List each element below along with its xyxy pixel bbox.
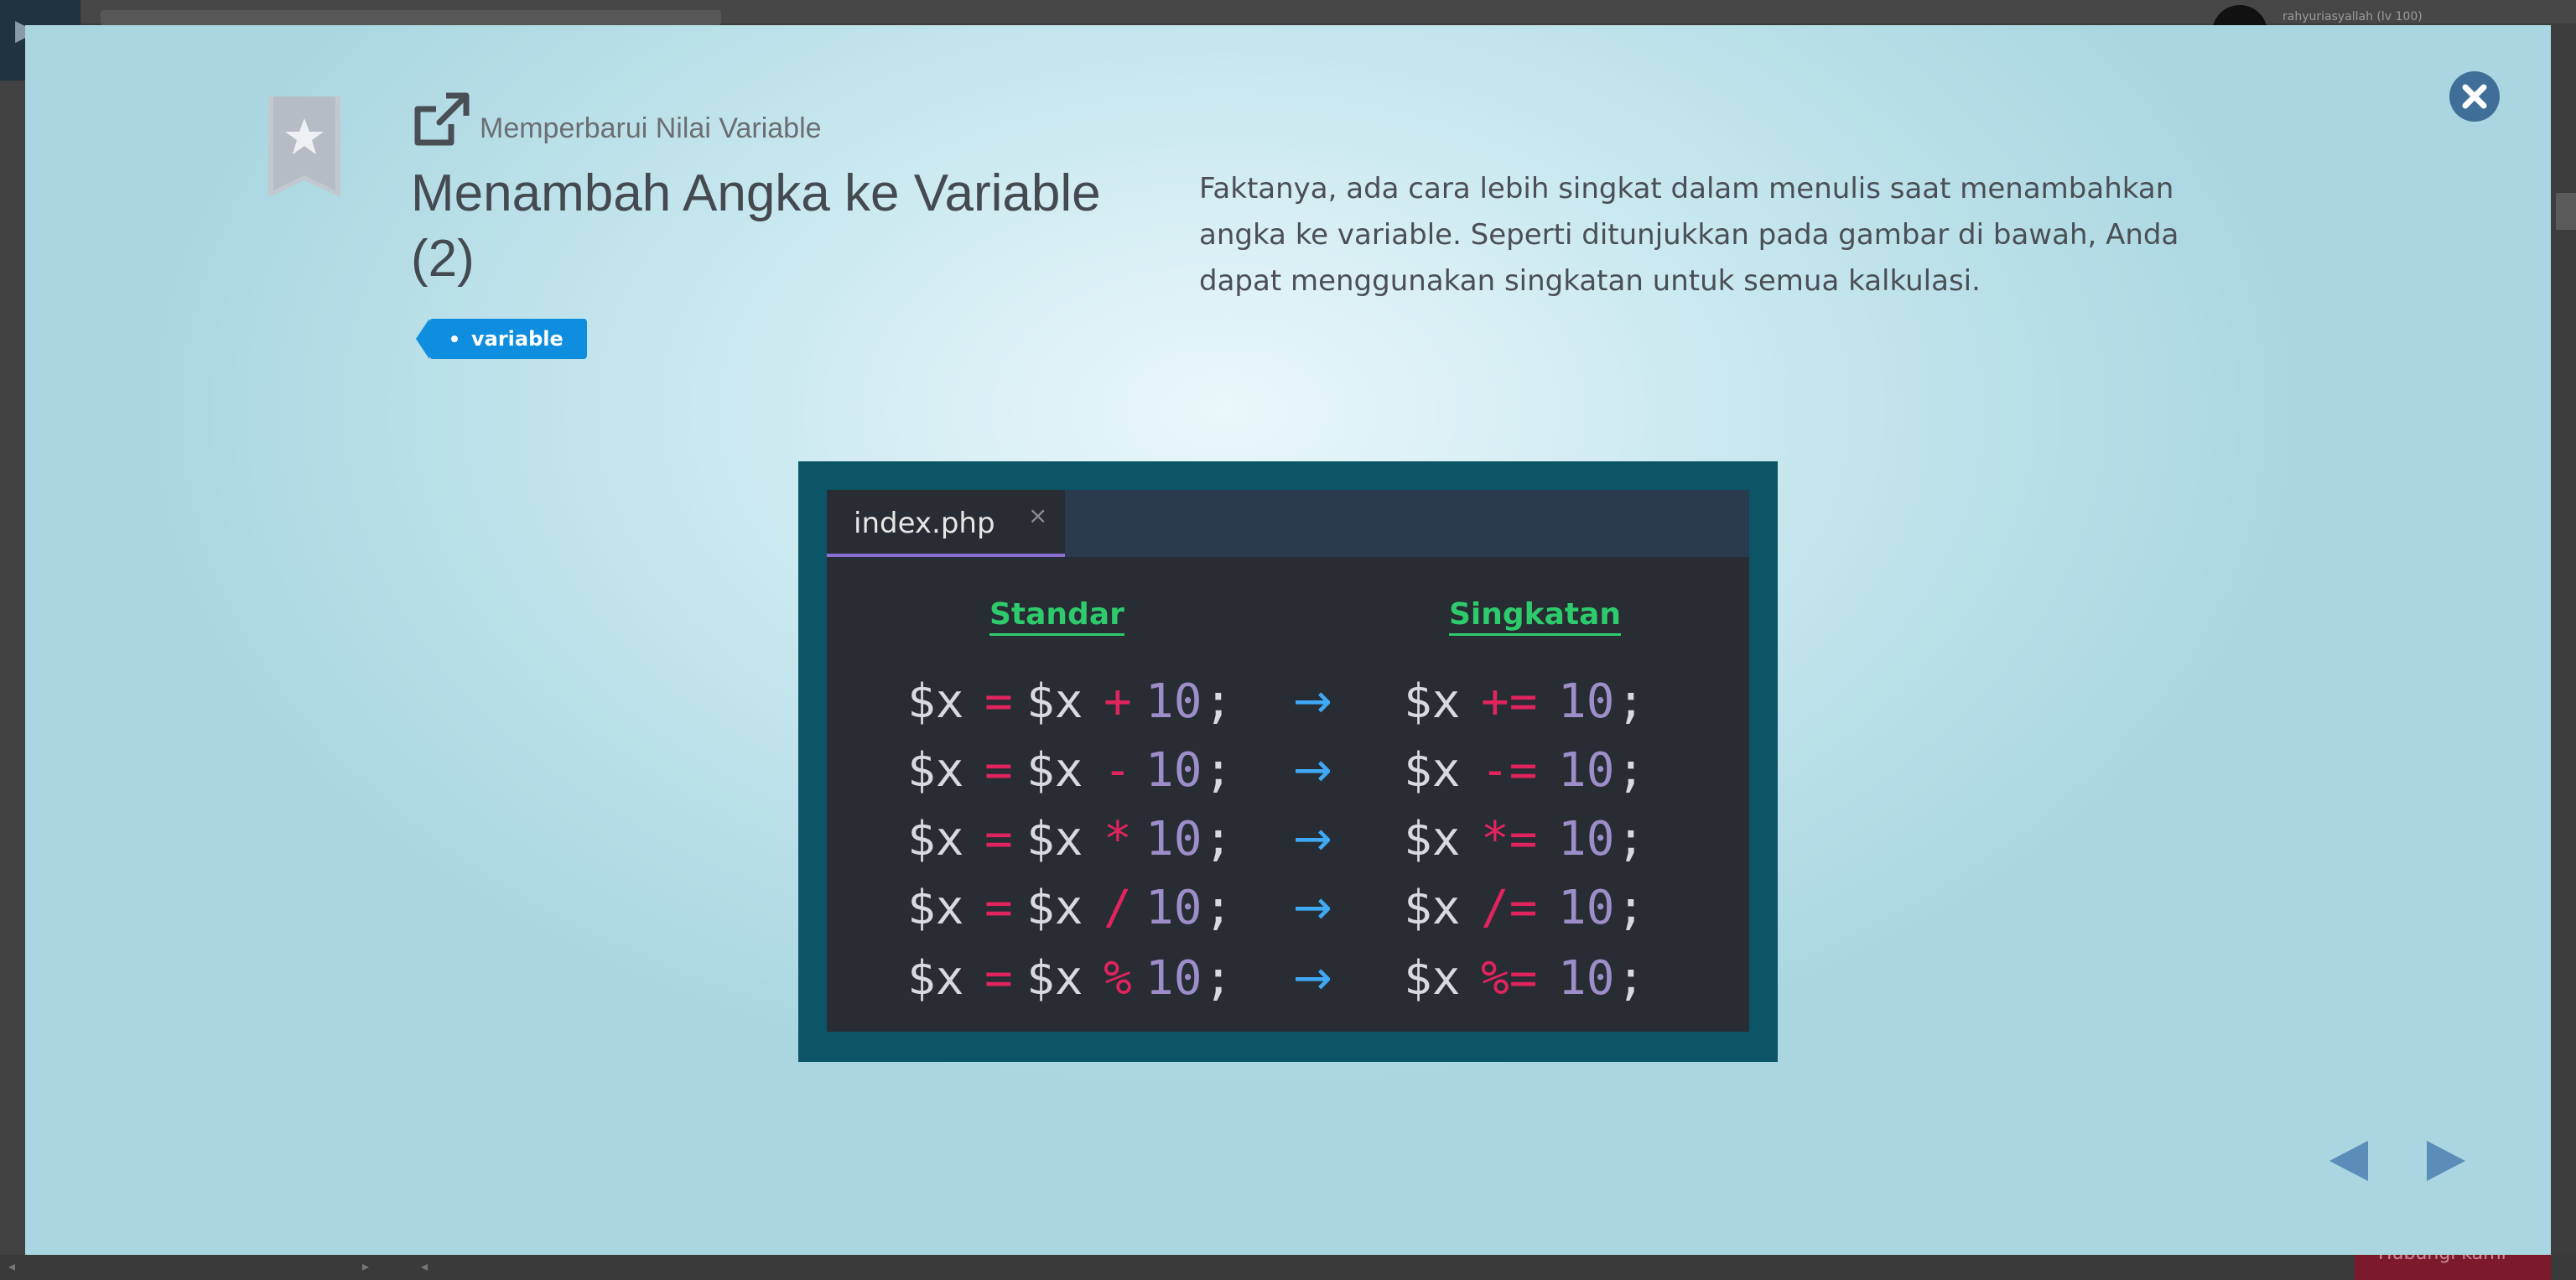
code-row: $x = $x - 10 ; → $x -= 10 ; <box>827 743 1749 810</box>
code-token: %= <box>1481 951 1538 1006</box>
triangle-left-icon[interactable] <box>2326 1137 2368 1184</box>
code-row: $x = $x % 10 ; → $x %= 10 ; <box>827 951 1749 1018</box>
scroll-right-icon: ▸ <box>362 1258 370 1274</box>
code-token: 10 <box>1145 951 1202 1006</box>
bookmark-star-icon[interactable] <box>268 96 340 197</box>
code-token: 10 <box>1145 812 1202 866</box>
editor-tab: index.php × <box>827 490 1065 557</box>
tag-label: variable <box>471 327 564 351</box>
background-sidebar <box>0 81 25 1255</box>
code-token: $x <box>1404 743 1461 798</box>
code-token: ; <box>1617 951 1645 1006</box>
code-token: $x <box>1404 674 1461 729</box>
code-row: $x = $x / 10 ; → $x /= 10 ; <box>827 881 1749 948</box>
tag-dot-icon <box>451 336 458 342</box>
code-token: * <box>1104 812 1132 866</box>
code-token: 10 <box>1558 674 1615 729</box>
arrow-right-icon: → <box>1293 674 1332 729</box>
code-token: $x <box>907 951 964 1006</box>
tab-close-icon: × <box>1028 502 1048 529</box>
code-token: = <box>984 812 1013 866</box>
code-token: $x <box>1026 951 1083 1006</box>
code-token: *= <box>1481 812 1538 866</box>
triangle-right-icon[interactable] <box>2427 1137 2469 1184</box>
code-row: $x = $x * 10 ; → $x *= 10 ; <box>827 812 1749 879</box>
close-circle-icon[interactable] <box>2449 70 2501 122</box>
code-token: $x <box>1026 812 1083 866</box>
code-token: 10 <box>1558 951 1615 1006</box>
code-token: $x <box>907 812 964 866</box>
arrow-right-icon: → <box>1293 812 1332 866</box>
code-token: = <box>984 881 1013 935</box>
background-searchbar <box>101 10 721 25</box>
code-token: ; <box>1617 881 1645 935</box>
code-token: $x <box>1026 674 1083 729</box>
code-token: $x <box>1404 881 1461 935</box>
code-token: $x <box>1404 812 1461 866</box>
code-editor: index.php × Standar Singkatan $x = $x + … <box>827 490 1749 1032</box>
code-token: $x <box>1026 881 1083 935</box>
section-title: Memperbarui Nilai Variable <box>480 112 822 144</box>
lesson-modal: Memperbarui Nilai Variable Menambah Angk… <box>25 25 2551 1255</box>
code-token: $x <box>1404 951 1461 1006</box>
code-token: ; <box>1204 812 1233 866</box>
code-token: += <box>1481 674 1538 729</box>
code-token: / <box>1104 881 1132 935</box>
code-token: = <box>984 951 1013 1006</box>
lesson-description: Faktanya, ada cara lebih singkat dalam m… <box>1199 172 2179 298</box>
code-token: $x <box>907 674 964 729</box>
code-token: -= <box>1481 743 1538 798</box>
code-token: ; <box>1204 743 1233 798</box>
code-illustration: index.php × Standar Singkatan $x = $x + … <box>798 461 1778 1062</box>
code-token: 10 <box>1558 743 1615 798</box>
tag-badge[interactable]: variable <box>416 319 587 359</box>
username-label: rahyuriasyallah (lv 100) <box>2283 10 2423 23</box>
arrow-right-icon: → <box>1293 881 1332 935</box>
code-token: $x <box>907 743 964 798</box>
editor-tabbar: index.php × <box>827 490 1749 557</box>
code-row: $x = $x + 10 ; → $x += 10 ; <box>827 674 1749 741</box>
code-token: ; <box>1204 881 1233 935</box>
column-heading-standard: Standar <box>989 597 1124 636</box>
code-token: = <box>984 674 1013 729</box>
page-title: Menambah Angka ke Variable (2) <box>411 164 1101 288</box>
code-token: $x <box>907 881 964 935</box>
scroll-left-icon: ◂ <box>8 1258 16 1274</box>
arrow-right-icon: → <box>1293 951 1332 1006</box>
code-token: = <box>984 743 1013 798</box>
code-token: 10 <box>1145 743 1202 798</box>
code-token: ; <box>1204 674 1233 729</box>
scroll-left-icon: ◂ <box>421 1258 428 1274</box>
code-token: 10 <box>1145 674 1202 729</box>
arrow-right-icon: → <box>1293 743 1332 798</box>
code-token: ; <box>1617 674 1645 729</box>
code-token: + <box>1104 674 1132 729</box>
tab-label: index.php <box>854 507 995 540</box>
code-token: ; <box>1204 951 1233 1006</box>
code-token: 10 <box>1558 881 1615 935</box>
code-token: - <box>1104 743 1132 798</box>
background-bottom-bar: ◂ ▸ ◂ <box>0 1255 2576 1280</box>
column-heading-short: Singkatan <box>1449 597 1622 636</box>
code-token: ; <box>1617 743 1645 798</box>
code-token: 10 <box>1145 881 1202 935</box>
external-link-icon[interactable] <box>411 91 471 151</box>
background-scrollbar <box>2556 193 2576 230</box>
code-token: $x <box>1026 743 1083 798</box>
code-token: ; <box>1617 812 1645 866</box>
code-token: /= <box>1481 881 1538 935</box>
code-token: 10 <box>1558 812 1615 866</box>
code-token: % <box>1104 951 1132 1006</box>
